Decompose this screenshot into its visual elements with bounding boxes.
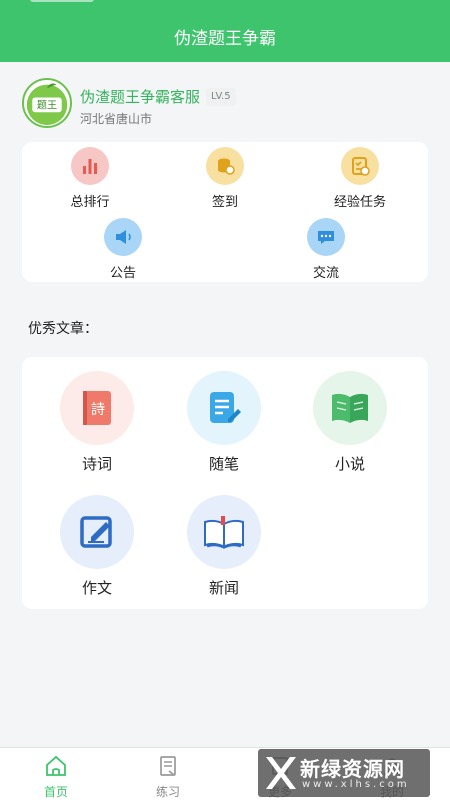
notepad-pen-icon <box>187 371 261 445</box>
practice-icon <box>160 756 176 776</box>
watermark-logo-icon <box>266 757 296 789</box>
menu-label: 总排行 <box>70 195 110 210</box>
article-label: 诗词 <box>81 455 112 473</box>
avatar[interactable]: 题王 <box>22 78 72 128</box>
username: 伪渣题王争霸客服 <box>80 88 201 106</box>
tab-practice[interactable]: 练习 <box>138 754 198 800</box>
article-label: 作文 <box>81 579 112 597</box>
menu-item-chat[interactable]: 交流 <box>276 218 376 281</box>
article-category-composition[interactable]: 作文 <box>47 495 147 598</box>
tab-home[interactable]: 首页 <box>26 754 86 800</box>
open-book-icon <box>313 371 387 445</box>
avatar-text: 题王 <box>37 100 57 112</box>
user-location: 河北省唐山市 <box>80 112 153 126</box>
menu-label: 交流 <box>312 266 339 281</box>
status-bar-remnant <box>30 0 94 2</box>
article-category-essay[interactable]: 随笔 <box>174 371 274 474</box>
menu-label: 签到 <box>211 195 238 210</box>
menu-label: 经验任务 <box>333 195 386 210</box>
article-label: 小说 <box>334 455 365 473</box>
article-label: 随笔 <box>208 455 239 473</box>
menu-label: 公告 <box>109 266 136 281</box>
feature-menu-card: 总排行 签到 经验任务 公告 交流 <box>22 142 428 282</box>
poem-glyph: 詩 <box>91 402 105 418</box>
bar-chart-icon <box>71 147 109 185</box>
task-checklist-icon <box>341 147 379 185</box>
watermark-subtext: www.xlhs.com <box>302 779 410 790</box>
tab-label: 练习 <box>155 785 180 799</box>
edit-document-icon <box>60 495 134 569</box>
poem-book-icon: 詩 <box>60 371 134 445</box>
articles-card: 詩 诗词 随笔 小说 作文 新闻 <box>22 357 428 609</box>
menu-item-exp-tasks[interactable]: 经验任务 <box>310 147 410 210</box>
app-header: 伪渣题王争霸 <box>0 0 450 62</box>
tab-label: 首页 <box>43 785 68 799</box>
section-title: 优秀文章： <box>28 321 98 337</box>
watermark-text: 新绿资源网 <box>300 757 405 781</box>
user-profile[interactable]: 题王 伪渣题王争霸客服 LV.5 河北省唐山市 <box>22 78 428 130</box>
article-category-news[interactable]: 新闻 <box>174 495 274 598</box>
menu-item-checkin[interactable]: 签到 <box>175 147 275 210</box>
home-icon <box>46 755 66 776</box>
page-title: 伪渣题王争霸 <box>174 29 276 49</box>
watermark: 新绿资源网 www.xlhs.com <box>258 749 430 797</box>
menu-item-ranking[interactable]: 总排行 <box>40 147 140 210</box>
coin-stack-icon <box>206 147 244 185</box>
level-badge: LV.5 <box>206 88 236 106</box>
menu-item-announcement[interactable]: 公告 <box>73 218 173 281</box>
news-book-icon <box>187 495 261 569</box>
article-label: 新闻 <box>208 579 239 597</box>
speaker-icon <box>104 218 142 256</box>
apple-logo-icon: 题王 <box>26 83 68 126</box>
article-category-poetry[interactable]: 詩 诗词 <box>47 371 147 474</box>
article-category-novel[interactable]: 小说 <box>300 371 400 474</box>
chat-bubble-icon <box>307 218 345 256</box>
